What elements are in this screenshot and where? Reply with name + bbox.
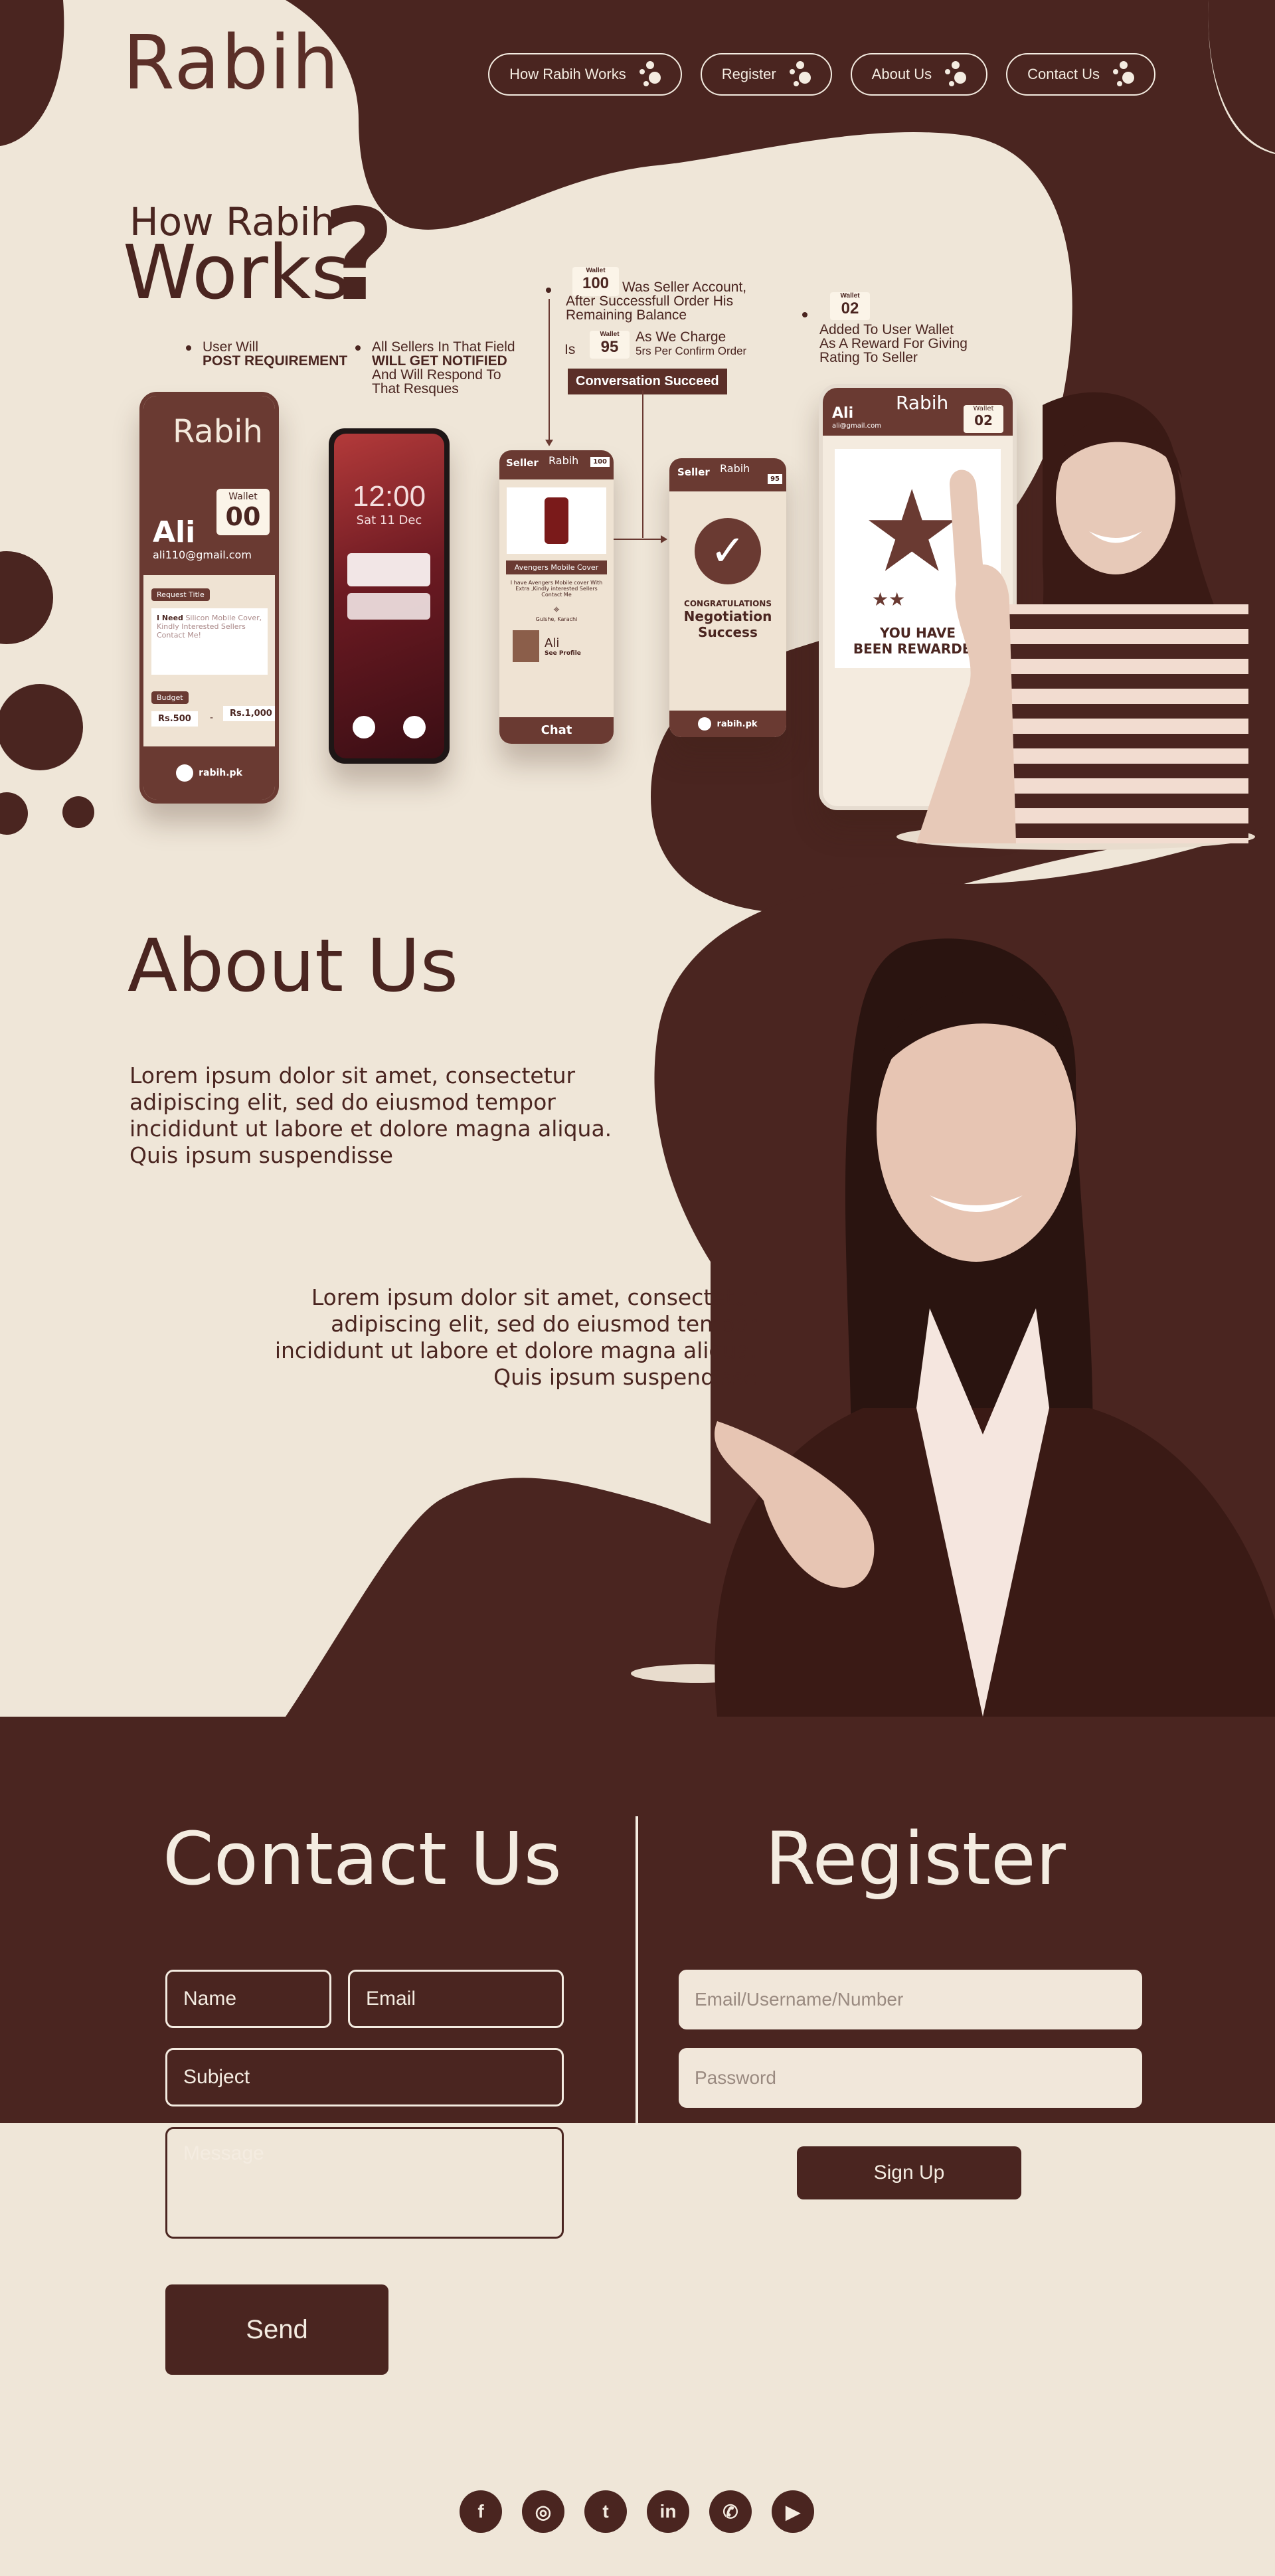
bubbles-icon	[1113, 61, 1136, 88]
check-icon: ✓	[695, 518, 761, 584]
contact-title: Contact Us	[163, 1816, 562, 1901]
budget-max: Rs.1,000	[223, 706, 275, 721]
rabih-logo-icon	[698, 717, 712, 730]
whatsapp-icon[interactable]: ✆	[709, 2490, 752, 2533]
notification-card	[347, 593, 430, 620]
facebook-icon[interactable]: f	[460, 2490, 502, 2533]
woman-pointing-illustration	[631, 938, 1275, 1717]
name-field[interactable]	[165, 1970, 331, 2028]
bullet	[186, 345, 191, 351]
instagram-icon[interactable]: ◎	[522, 2490, 564, 2533]
congrats-text: CONGRATULATIONS	[684, 599, 772, 608]
bullet	[355, 345, 361, 351]
logo[interactable]: Rabih	[123, 20, 340, 106]
password-field[interactable]	[679, 2048, 1142, 2108]
phone-negotiation-success: Seller Rabih 95 ✓ CONGRATULATIONS Negoti…	[669, 458, 786, 737]
main-nav: How Rabih Works Register About Us Contac…	[488, 53, 1155, 96]
nav-label: How Rabih Works	[509, 66, 626, 82]
social-links: f ◎ t in ✆ ▶	[460, 2490, 814, 2533]
budget-dash: -	[210, 713, 214, 723]
camera-icon	[403, 716, 426, 738]
phone-logo: Rabih	[173, 413, 263, 450]
bubbles-icon	[789, 61, 812, 88]
youtube-icon[interactable]: ▶	[772, 2490, 814, 2533]
nav-about-us[interactable]: About Us	[850, 53, 988, 96]
nav-how-rabih-works[interactable]: How Rabih Works	[488, 53, 682, 96]
product-desc: I have Avengers Mobile cover With Extra …	[510, 580, 603, 598]
message-field[interactable]	[165, 2127, 564, 2239]
product-image	[507, 487, 606, 554]
phone-call-icon	[353, 716, 375, 738]
page: Rabih How Rabih Works Register About Us …	[0, 0, 1275, 2576]
bubbles-icon	[639, 61, 662, 88]
how-title-big: Works	[123, 230, 350, 316]
note-reward: Added To User Wallet As A Reward For Giv…	[819, 322, 968, 365]
phone-footer: rabih.pk	[669, 711, 786, 737]
seller-header: Seller Rabih 100	[499, 450, 614, 479]
how-title-question: ?	[322, 182, 396, 329]
bullet	[802, 312, 808, 317]
signup-button[interactable]: Sign Up	[797, 2146, 1021, 2199]
budget-label: Budget	[151, 691, 189, 704]
user-email: ali@gmail.com	[832, 422, 881, 430]
chat-button: Chat	[499, 717, 614, 744]
avatar	[513, 630, 539, 662]
nav-register[interactable]: Register	[700, 53, 832, 96]
about-paragraph-1: Lorem ipsum dolor sit amet, consectetur …	[129, 1063, 612, 1168]
note-post-requirement: User Will POST REQUIREMENT	[203, 339, 348, 369]
buyer-row: Ali See Profile	[513, 630, 600, 662]
phone-post-request: Rabih Wallet 00 Ali ali110@gmail.com Req…	[139, 392, 279, 804]
location-text: Gulshe, Karachi	[535, 616, 578, 622]
about-title: About Us	[128, 923, 459, 1008]
lock-time: 12:00	[352, 480, 426, 513]
wallet-card: Wallet 00	[216, 489, 270, 535]
nav-label: Register	[721, 66, 776, 82]
rabih-logo-icon	[176, 764, 194, 782]
nav-label: Contact Us	[1027, 66, 1100, 82]
phone-footer: rabih.pk	[143, 746, 275, 800]
user-email: ali110@gmail.com	[153, 549, 252, 561]
phone-seller-chat: Seller Rabih 100 Avengers Mobile Cover I…	[499, 450, 614, 744]
note-sellers-notified: All Sellers In That Field WILL GET NOTIF…	[372, 339, 515, 396]
phone-notification: 12:00 Sat 11 Dec	[329, 428, 450, 764]
user-name: Ali	[153, 515, 196, 549]
product-title: Avengers Mobile Cover	[506, 560, 607, 574]
woman-pointing-up-illustration	[896, 392, 1255, 850]
budget-min: Rs.500	[151, 711, 198, 727]
request-title-label: Request Title	[151, 588, 210, 601]
location-pin-icon: ⌖	[553, 603, 560, 616]
lock-date: Sat 11 Dec	[356, 513, 422, 527]
subject-field[interactable]	[165, 2048, 564, 2106]
nav-contact-us[interactable]: Contact Us	[1006, 53, 1155, 96]
send-button[interactable]: Send	[165, 2284, 388, 2375]
seller-header: Seller Rabih 95	[669, 458, 786, 491]
username-field[interactable]	[679, 1970, 1142, 2029]
register-title: Register	[765, 1816, 1066, 1901]
user-name: Ali	[832, 405, 854, 422]
section-divider	[636, 1816, 638, 2125]
notification-card	[347, 553, 430, 586]
twitter-icon[interactable]: t	[584, 2490, 627, 2533]
wallet-tag-02: Wallet 02	[830, 292, 870, 320]
negotiation-text: Negotiation	[683, 608, 772, 624]
success-text: Success	[698, 624, 758, 640]
nav-label: About Us	[871, 66, 932, 82]
request-text: I Need Silicon Mobile Cover, Kindly Inte…	[151, 608, 268, 675]
bubbles-icon	[945, 61, 968, 88]
linkedin-icon[interactable]: in	[647, 2490, 689, 2533]
email-field[interactable]	[348, 1970, 564, 2028]
